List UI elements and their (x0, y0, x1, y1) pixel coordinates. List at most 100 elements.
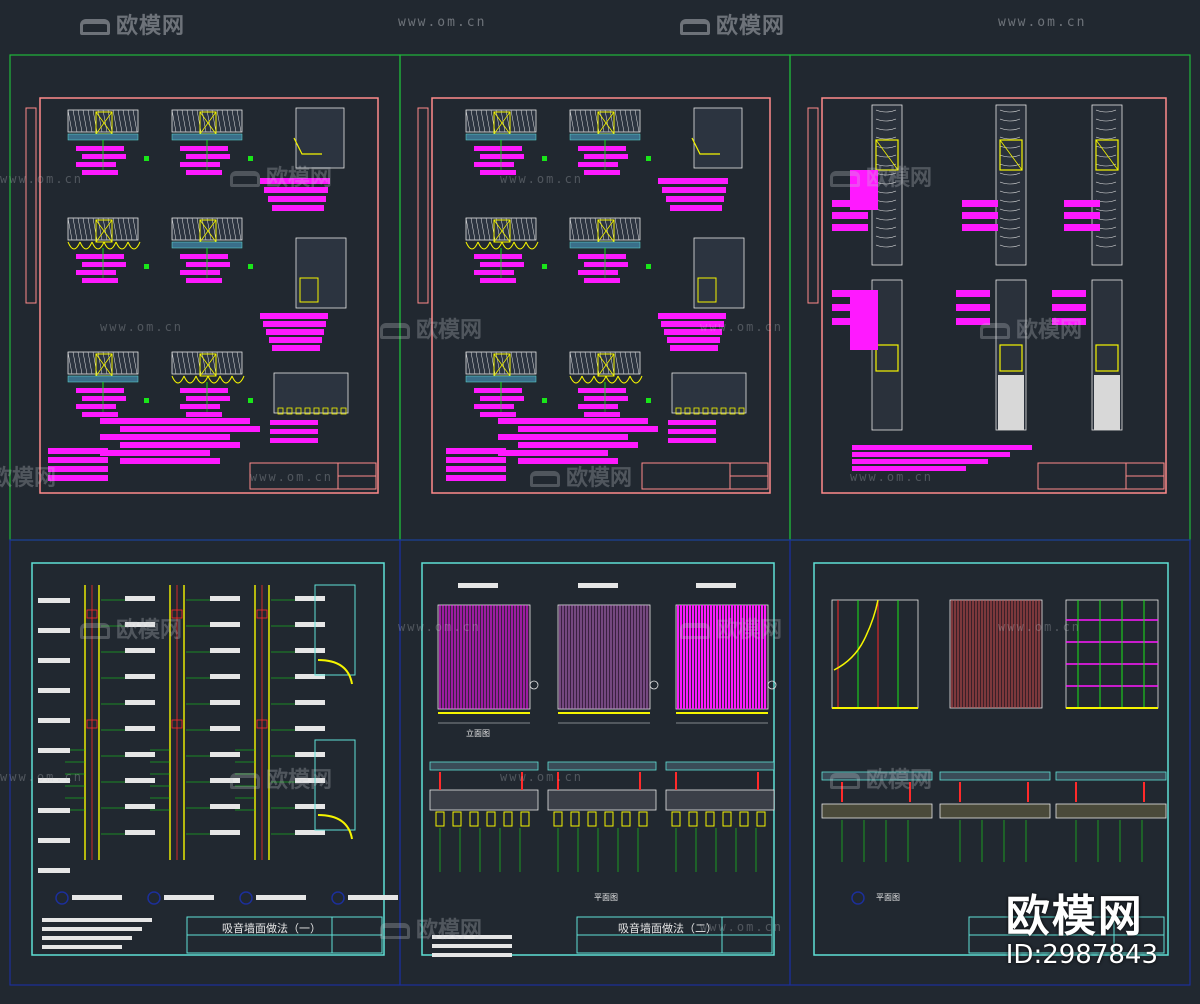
annotation-text (256, 895, 306, 900)
annotation-text (38, 628, 70, 633)
wave-profile (207, 375, 221, 384)
annotation-text (295, 752, 325, 757)
annotation-text (295, 648, 325, 653)
plan-stud (638, 811, 648, 827)
board-layer (67, 375, 139, 383)
annotation-label (956, 304, 990, 311)
annotation-text (164, 895, 214, 900)
note-block (498, 450, 608, 456)
annotation-label (832, 212, 868, 219)
annotation-label (1064, 200, 1100, 207)
annotation-text (578, 583, 618, 588)
note-block (446, 457, 506, 463)
annotation-label (268, 196, 326, 202)
wall-section (995, 104, 1027, 266)
wave-profile (489, 241, 503, 250)
plan-layer (939, 803, 1051, 819)
note-block (120, 442, 240, 448)
note-block (100, 434, 230, 440)
annotation-label (186, 170, 222, 175)
watermark-url-mid: www.om.cn (500, 770, 584, 784)
note-block (446, 466, 506, 472)
annotation-text (458, 583, 498, 588)
detail-marker (147, 891, 161, 905)
tag-marker (646, 398, 651, 403)
wave-profile (513, 241, 527, 250)
tag-marker (248, 398, 253, 403)
note-block (48, 475, 108, 481)
annotation-label (180, 162, 220, 167)
annotation-label (474, 388, 522, 393)
tag-marker (542, 264, 547, 269)
board-layer (171, 133, 243, 141)
annotation-label (474, 270, 514, 275)
annotation-label (578, 388, 626, 393)
annotation-text (210, 596, 240, 601)
annotation-label (658, 313, 726, 319)
plan-stud (553, 811, 563, 827)
annotation-label (578, 146, 626, 151)
detail-marker (851, 891, 865, 905)
tag-marker (542, 156, 547, 161)
annotation-text (210, 752, 240, 757)
annotation-label (668, 438, 716, 443)
annotation-label (180, 146, 228, 151)
annotation-label (270, 420, 318, 425)
section-marker (767, 680, 777, 690)
board-layer (67, 133, 139, 141)
annotation-label (578, 162, 618, 167)
annotation-label (956, 290, 990, 297)
annotation-label (480, 262, 524, 267)
annotation-label (962, 224, 998, 231)
annotation-text (125, 726, 155, 731)
annotation-text (210, 726, 240, 731)
annotation-text (72, 895, 122, 900)
wall-section (295, 237, 347, 309)
annotation-label (82, 278, 118, 283)
annotation-label (82, 262, 126, 267)
annotation-text (295, 622, 325, 627)
annotation-label (850, 290, 878, 350)
watermark-logo-mid: 欧模网 (980, 312, 1082, 344)
annotation-label (480, 412, 516, 417)
annotation-text (210, 700, 240, 705)
tag-marker (144, 264, 149, 269)
annotation-text (210, 804, 240, 809)
plan-bracket (1075, 782, 1145, 802)
watermark-logo-mid: 欧模网 (530, 460, 632, 492)
annotation-label (180, 388, 228, 393)
annotation-label (670, 345, 718, 351)
watermark-url-mid: www.om.cn (398, 620, 482, 634)
watermark-logo-mid: 欧模网 (830, 160, 932, 192)
note-block (48, 466, 108, 472)
annotation-text (295, 726, 325, 731)
wave-profile (605, 375, 619, 384)
note-block (120, 458, 220, 464)
note-block (446, 475, 506, 481)
plan-stud (705, 811, 715, 827)
side-strip (417, 107, 429, 304)
note-block (498, 418, 648, 424)
note-block (852, 445, 1032, 450)
tag-marker (646, 156, 651, 161)
annotation-label (474, 404, 514, 409)
note-text (42, 918, 152, 922)
watermark-logo-mid: 欧模网 (0, 466, 57, 491)
tag-marker (144, 156, 149, 161)
detail-marker (331, 891, 345, 905)
sheet-title-bottom-middle: 吸音墙面做法（二） (618, 922, 717, 935)
wave-profile (115, 241, 129, 250)
board-layer (171, 241, 243, 249)
plan-stud (756, 811, 766, 827)
annotation-label (670, 205, 722, 211)
annotation-label (270, 438, 318, 443)
board-layer (465, 375, 537, 383)
wave-profile (195, 375, 209, 384)
wave-profile (183, 375, 197, 384)
annotation-text (38, 598, 70, 603)
brand-watermark: 欧模网 ID:2987843 (1006, 880, 1158, 970)
annotation-label (962, 212, 998, 219)
annotation-label (584, 262, 628, 267)
annotation-label (186, 412, 222, 417)
plan-stud (452, 811, 462, 827)
